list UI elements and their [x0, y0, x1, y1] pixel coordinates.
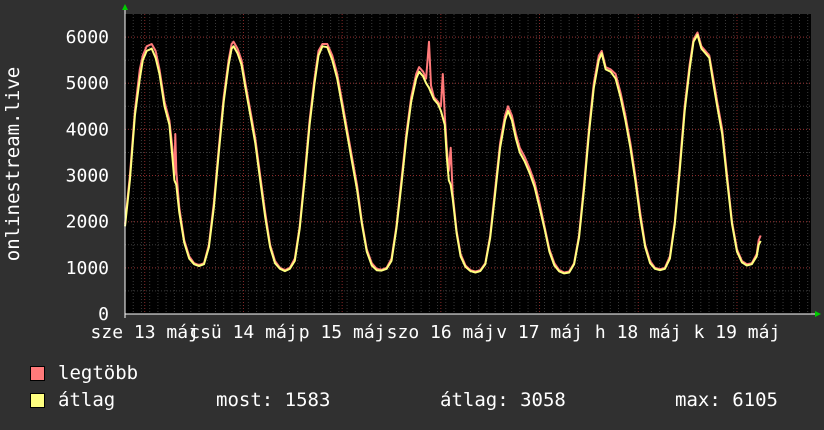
y-axis-label: onlinestream.live [2, 67, 24, 261]
y-tick-label: 1000 [66, 258, 109, 279]
y-tick-label: 2000 [66, 212, 109, 233]
legend-row-max: legtöbb [30, 360, 810, 387]
y-axis-arrow [122, 4, 128, 10]
stat-average: átlag: 3058 [440, 389, 566, 411]
legend-label-max: legtöbb [58, 362, 139, 384]
x-axis-arrow [815, 311, 821, 317]
x-tick-label: szo 16 máj [387, 322, 495, 343]
stat-now: most: 1583 [216, 389, 331, 411]
legend-row-avg: átlag most: 1583 átlag: 3058 max: 6105 [30, 387, 810, 414]
chart: 0100020003000400050006000sze 13 májcsü 1… [2, 4, 821, 343]
legend-swatch-avg [30, 393, 45, 408]
legend-label-avg: átlag [58, 389, 116, 411]
x-tick-label: k 19 máj [694, 322, 781, 343]
y-tick-label: 5000 [66, 73, 109, 94]
x-tick-label: csü 14 máj [189, 322, 297, 343]
y-tick-label: 3000 [66, 166, 109, 187]
x-tick-label: p 15 máj [299, 322, 386, 343]
x-tick-label: h 18 máj [595, 322, 682, 343]
legend: legtöbb átlag most: 1583 átlag: 3058 max… [30, 360, 810, 414]
y-tick-label: 4000 [66, 119, 109, 140]
stat-max: max: 6105 [675, 389, 778, 411]
legend-swatch-max [30, 366, 45, 381]
x-tick-label: sze 13 máj [91, 322, 199, 343]
x-tick-label: v 17 máj [496, 322, 583, 343]
y-tick-label: 6000 [66, 27, 109, 48]
